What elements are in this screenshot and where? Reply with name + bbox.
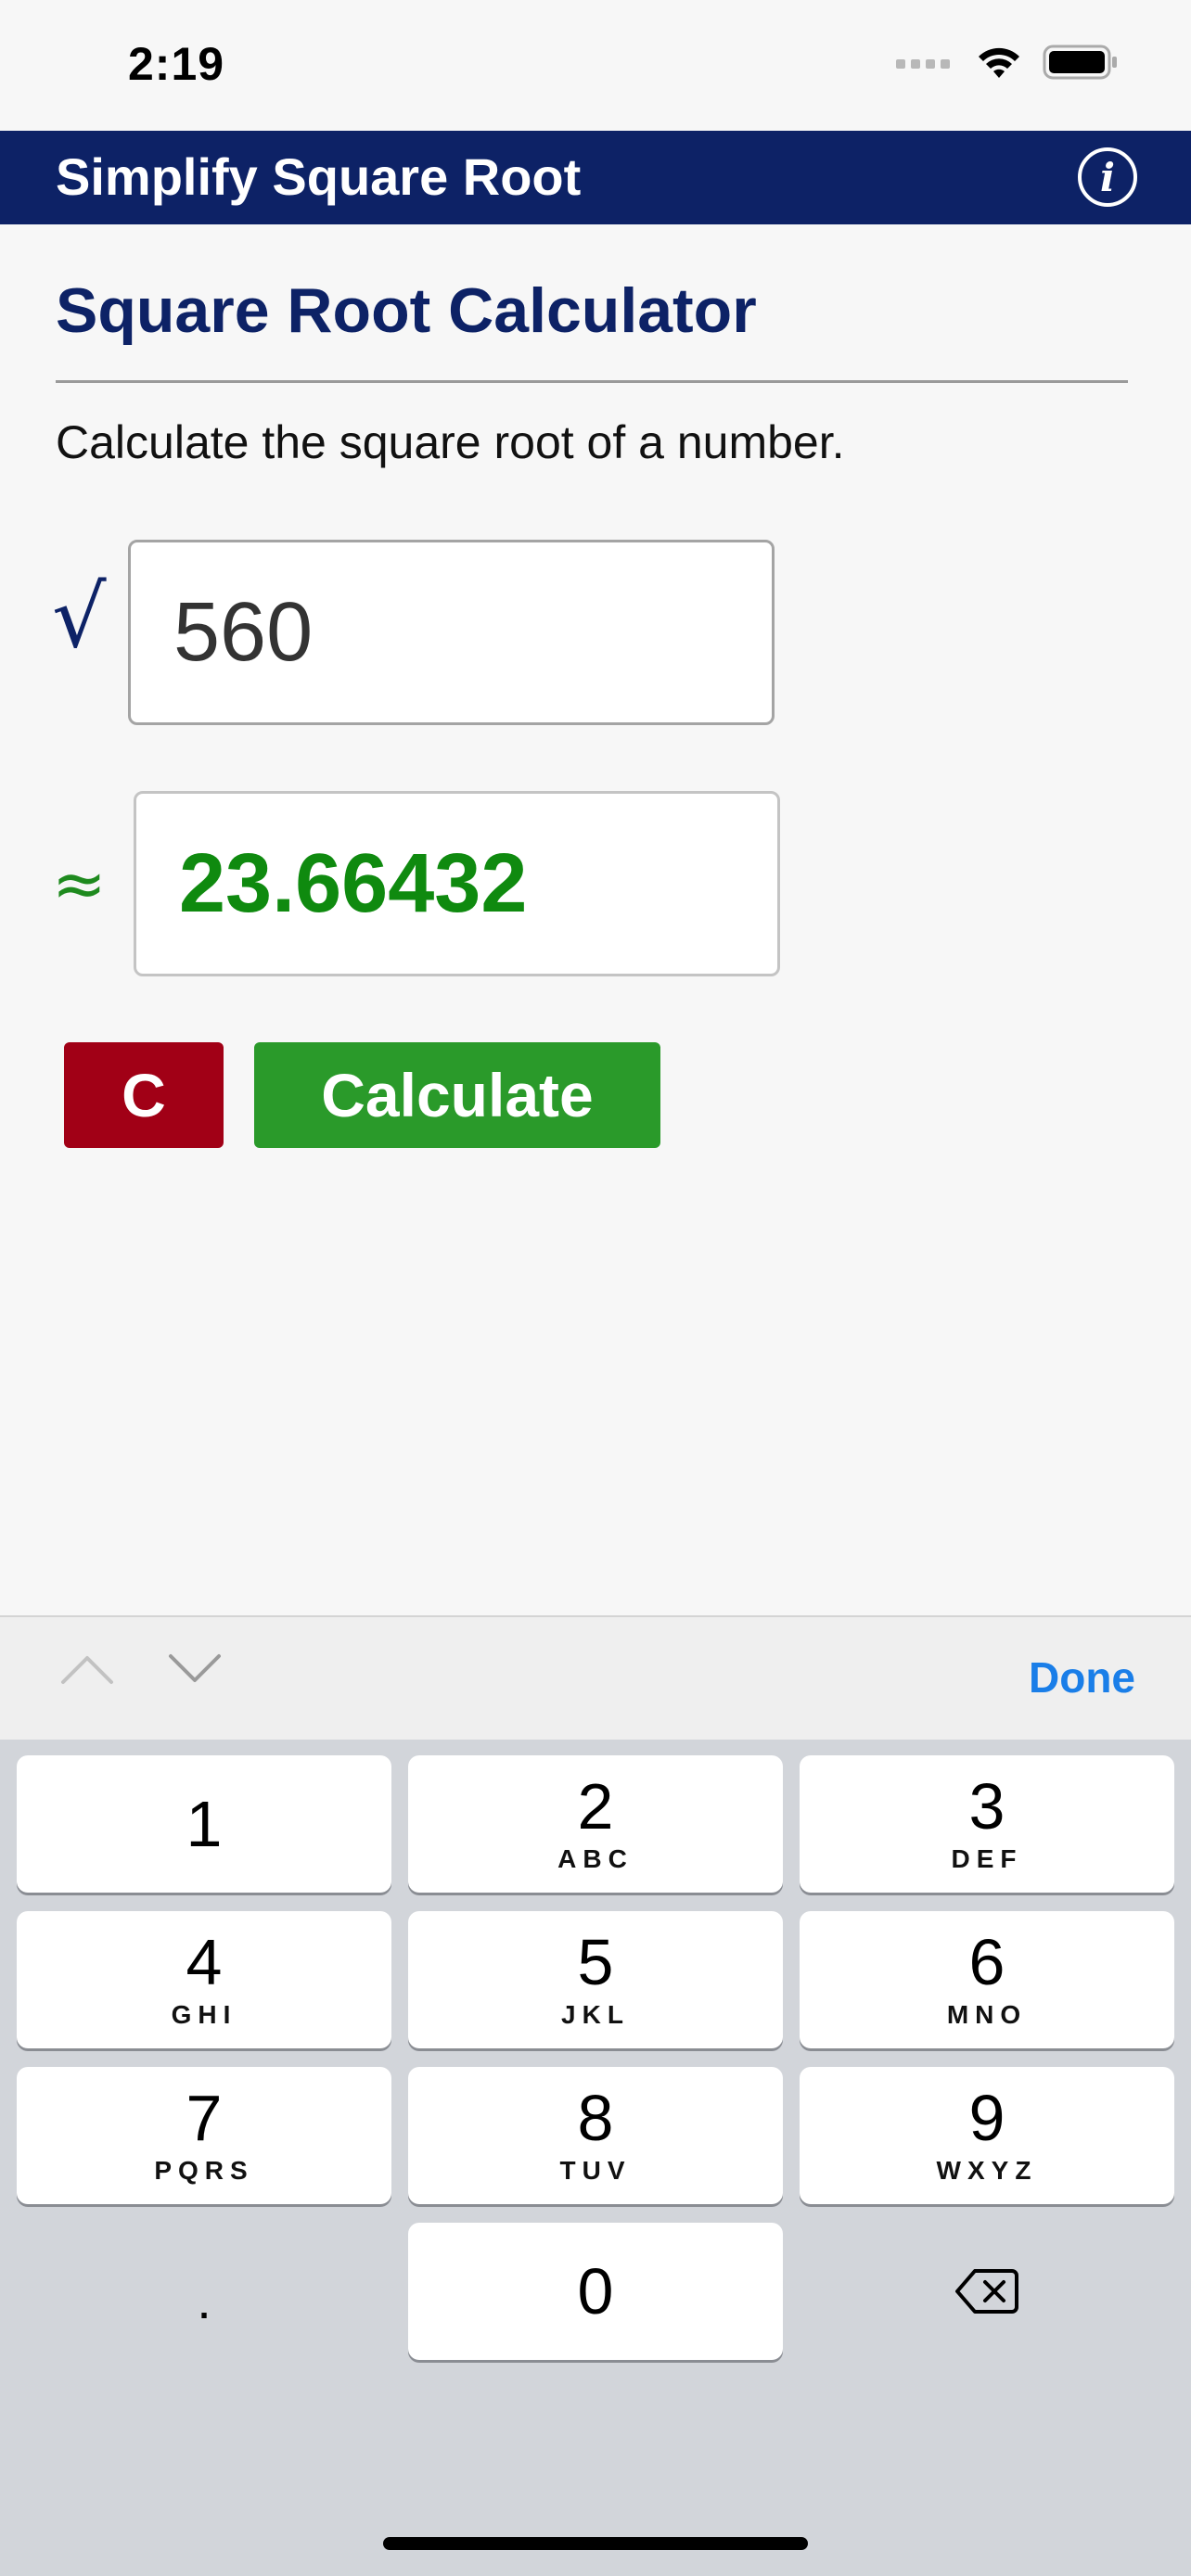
chevron-down-icon[interactable] <box>167 1652 223 1686</box>
key-letters: JKL <box>561 2000 630 2029</box>
key-7[interactable]: 7 PQRS <box>17 2067 391 2204</box>
key-number: 7 <box>186 2082 223 2154</box>
key-number: 8 <box>577 2082 614 2154</box>
wifi-icon <box>979 47 1019 78</box>
signal-icon <box>896 59 950 69</box>
calculate-button[interactable]: Calculate <box>254 1042 660 1148</box>
key-letters: WXYZ <box>936 2156 1038 2185</box>
number-input-value: 560 <box>173 585 314 679</box>
square-root-symbol: √ <box>52 567 107 667</box>
key-number: 6 <box>968 1926 1005 1998</box>
key-number: 4 <box>186 1926 223 1998</box>
key-letters: DEF <box>951 1844 1023 1873</box>
result-value: 23.66432 <box>179 836 528 930</box>
app-title: Simplify Square Root <box>56 147 582 206</box>
chevron-up-icon[interactable] <box>59 1652 115 1686</box>
key-decimal-label: . <box>197 2271 211 2329</box>
status-icons <box>896 45 1119 80</box>
battery-icon <box>1043 45 1117 80</box>
key-number: 3 <box>968 1770 1005 1843</box>
key-number: 2 <box>577 1770 614 1843</box>
key-letters: PQRS <box>154 2156 254 2185</box>
clear-button[interactable]: C <box>64 1042 224 1148</box>
approx-symbol: ≈ <box>52 846 107 922</box>
key-4[interactable]: 4 GHI <box>17 1911 391 2048</box>
done-button[interactable]: Done <box>1029 1652 1135 1702</box>
numeric-keypad: 1 2 ABC 3 DEF 4 GHI 5 JKL 6 MNO 7 PQRS 8… <box>0 1740 1191 2576</box>
number-input[interactable]: 560 <box>128 540 775 725</box>
key-number: 1 <box>186 1788 223 1860</box>
key-number: 5 <box>577 1926 614 1998</box>
key-8[interactable]: 8 TUV <box>408 2067 783 2204</box>
key-letters: TUV <box>559 2156 632 2185</box>
key-2[interactable]: 2 ABC <box>408 1755 783 1893</box>
status-time: 2:19 <box>128 38 225 90</box>
description-text: Calculate the square root of a number. <box>56 416 845 468</box>
backspace-icon <box>955 2269 1018 2314</box>
key-letters: ABC <box>557 1844 634 1873</box>
key-number: 9 <box>968 2082 1005 2154</box>
key-5[interactable]: 5 JKL <box>408 1911 783 2048</box>
result-field: 23.66432 <box>134 791 780 976</box>
key-decimal[interactable]: . <box>17 2223 391 2360</box>
key-letters: MNO <box>946 2000 1028 2029</box>
key-1[interactable]: 1 <box>17 1755 391 1893</box>
info-icon[interactable]: i <box>1078 147 1137 207</box>
key-number: 0 <box>577 2255 614 2327</box>
divider <box>56 380 1128 383</box>
home-indicator[interactable] <box>383 2537 808 2550</box>
key-3[interactable]: 3 DEF <box>800 1755 1174 1893</box>
key-0[interactable]: 0 <box>408 2223 783 2360</box>
key-6[interactable]: 6 MNO <box>800 1911 1174 2048</box>
key-9[interactable]: 9 WXYZ <box>800 2067 1174 2204</box>
key-delete[interactable] <box>800 2223 1174 2360</box>
key-letters: GHI <box>171 2000 237 2029</box>
page-title: Square Root Calculator <box>56 275 757 346</box>
